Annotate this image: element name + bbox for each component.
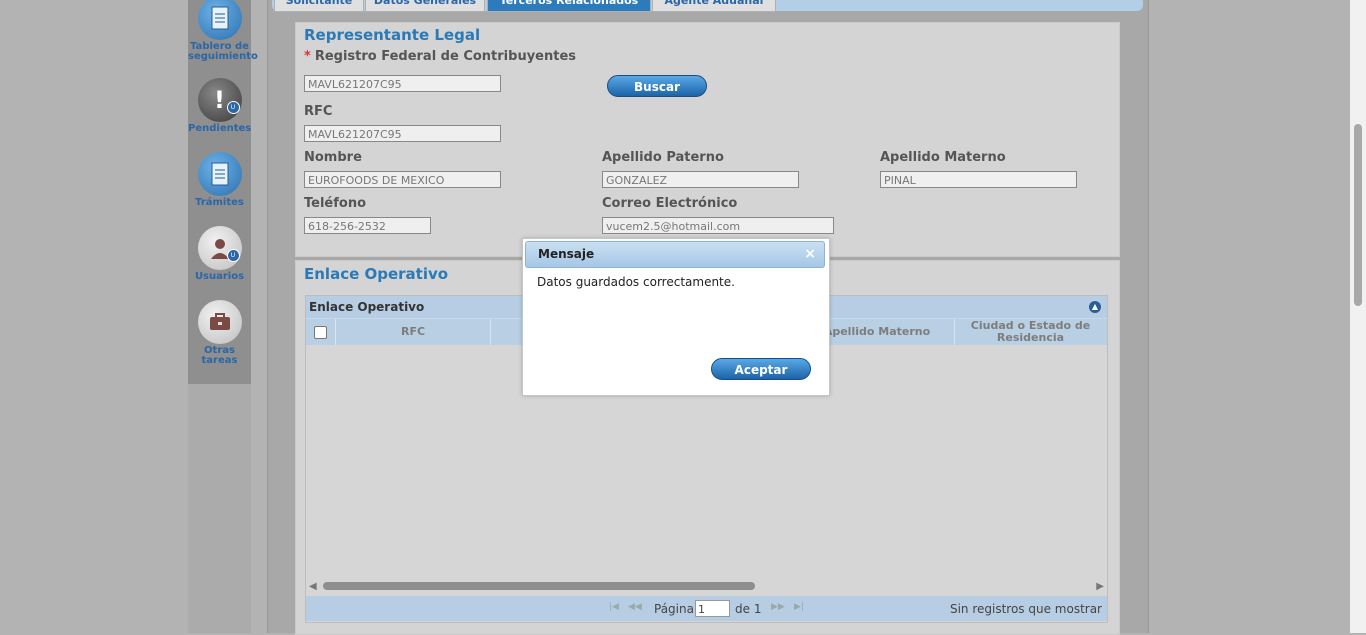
scroll-right-icon[interactable]: ▶ (1096, 581, 1104, 592)
dialog-message: Datos guardados correctamente. (537, 275, 735, 289)
page-input[interactable]: 1 (695, 600, 730, 617)
aceptar-button[interactable]: Aceptar (711, 358, 811, 380)
apellido-materno-label: Apellido Materno (880, 150, 1006, 165)
buscar-button[interactable]: Buscar (607, 75, 707, 97)
scroll-left-icon[interactable]: ◀ (309, 581, 317, 592)
sidebar-item-usuarios[interactable]: U Usuarios (188, 226, 251, 282)
last-page-icon[interactable]: ▶| (794, 602, 804, 612)
sidebar-item-otras-tareas[interactable]: Otras tareas (188, 300, 251, 366)
dialog-title: Mensaje (538, 247, 595, 261)
tab-datos-generales[interactable]: Datos Generales (365, 0, 485, 12)
sidebar-item-label: Otras tareas (201, 345, 238, 366)
tab-terceros-relacionados[interactable]: Terceros Relacionados (487, 0, 651, 12)
sidebar-item-label: Usuarios (194, 271, 245, 282)
rfc-search-label: * Registro Federal de Contribuyentes (304, 49, 577, 64)
message-dialog: Mensaje × Datos guardados correctamente.… (522, 238, 830, 396)
collapse-icon[interactable]: ▲ (1089, 301, 1101, 313)
rfc-label: RFC (304, 104, 333, 119)
grid-pager: |◀ ◀◀ Página 1 de 1 ▶▶ ▶| Sin registros … (306, 596, 1107, 621)
page-label: Página (654, 602, 694, 616)
select-all-cell (306, 319, 336, 345)
section-title: Representante Legal (304, 26, 481, 44)
first-page-icon[interactable]: |◀ (609, 602, 619, 612)
sidebar: Tablero de seguimiento ! U Pendientes Tr… (188, 0, 258, 384)
apellido-paterno-label: Apellido Paterno (602, 150, 724, 165)
sidebar-item-pendientes[interactable]: ! U Pendientes (188, 78, 251, 134)
correo-field[interactable]: vucem2.5@hotmail.com (602, 217, 834, 234)
document-icon (197, 0, 242, 40)
horizontal-scrollbar[interactable]: ◀ ▶ (306, 579, 1107, 593)
tab-strip: Solicitante Datos Generales Terceros Rel… (272, 0, 1143, 12)
page-scrollbar[interactable] (1350, 0, 1366, 633)
sidebar-footer (188, 384, 251, 633)
sidebar-item-tablero[interactable]: Tablero de seguimiento (188, 0, 258, 62)
close-icon[interactable]: × (804, 242, 816, 267)
page-scrollbar-thumb[interactable] (1354, 124, 1362, 306)
telefono-field[interactable]: 618-256-2532 (304, 217, 431, 234)
nombre-field[interactable]: EUROFOODS DE MEXICO (304, 171, 501, 188)
sidebar-item-label: Tablero de seguimiento (188, 41, 258, 62)
grid-caption-text: Enlace Operativo (309, 300, 425, 314)
briefcase-icon (197, 300, 242, 344)
sidebar-item-tramites[interactable]: Trámites (188, 152, 251, 208)
nombre-label: Nombre (304, 150, 362, 165)
telefono-label: Teléfono (304, 196, 367, 211)
dialog-titlebar: Mensaje × (525, 241, 825, 268)
rfc-search-input[interactable]: MAVL621207C95 (304, 75, 501, 92)
prev-page-icon[interactable]: ◀◀ (628, 602, 642, 612)
tab-solicitante[interactable]: Solicitante (274, 0, 364, 12)
apellido-paterno-field[interactable]: GONZALEZ (602, 171, 799, 188)
scroll-thumb[interactable] (323, 582, 755, 590)
rfc-field[interactable]: MAVL621207C95 (304, 125, 501, 142)
column-header-rfc[interactable]: RFC (336, 319, 491, 345)
sidebar-item-label: Pendientes (188, 123, 252, 134)
records-status: Sin registros que mostrar (949, 602, 1102, 616)
badge: U (226, 249, 240, 262)
badge: U (226, 101, 240, 114)
next-page-icon[interactable]: ▶▶ (771, 602, 785, 612)
column-header-ciudad[interactable]: Ciudad o Estado de Residencia (955, 319, 1106, 345)
tab-agente-aduanal[interactable]: Agente Aduanal (652, 0, 776, 12)
select-all-checkbox[interactable] (314, 325, 327, 339)
apellido-materno-field[interactable]: PINAL (880, 171, 1077, 188)
alert-icon: ! U (197, 78, 242, 122)
correo-label: Correo Electrónico (602, 196, 738, 211)
section-title: Enlace Operativo (304, 265, 449, 283)
user-icon: U (197, 226, 242, 270)
required-marker: * (304, 49, 311, 64)
sidebar-item-label: Trámites (195, 197, 244, 208)
document-icon (197, 152, 242, 196)
page-of-label: de 1 (735, 602, 762, 616)
